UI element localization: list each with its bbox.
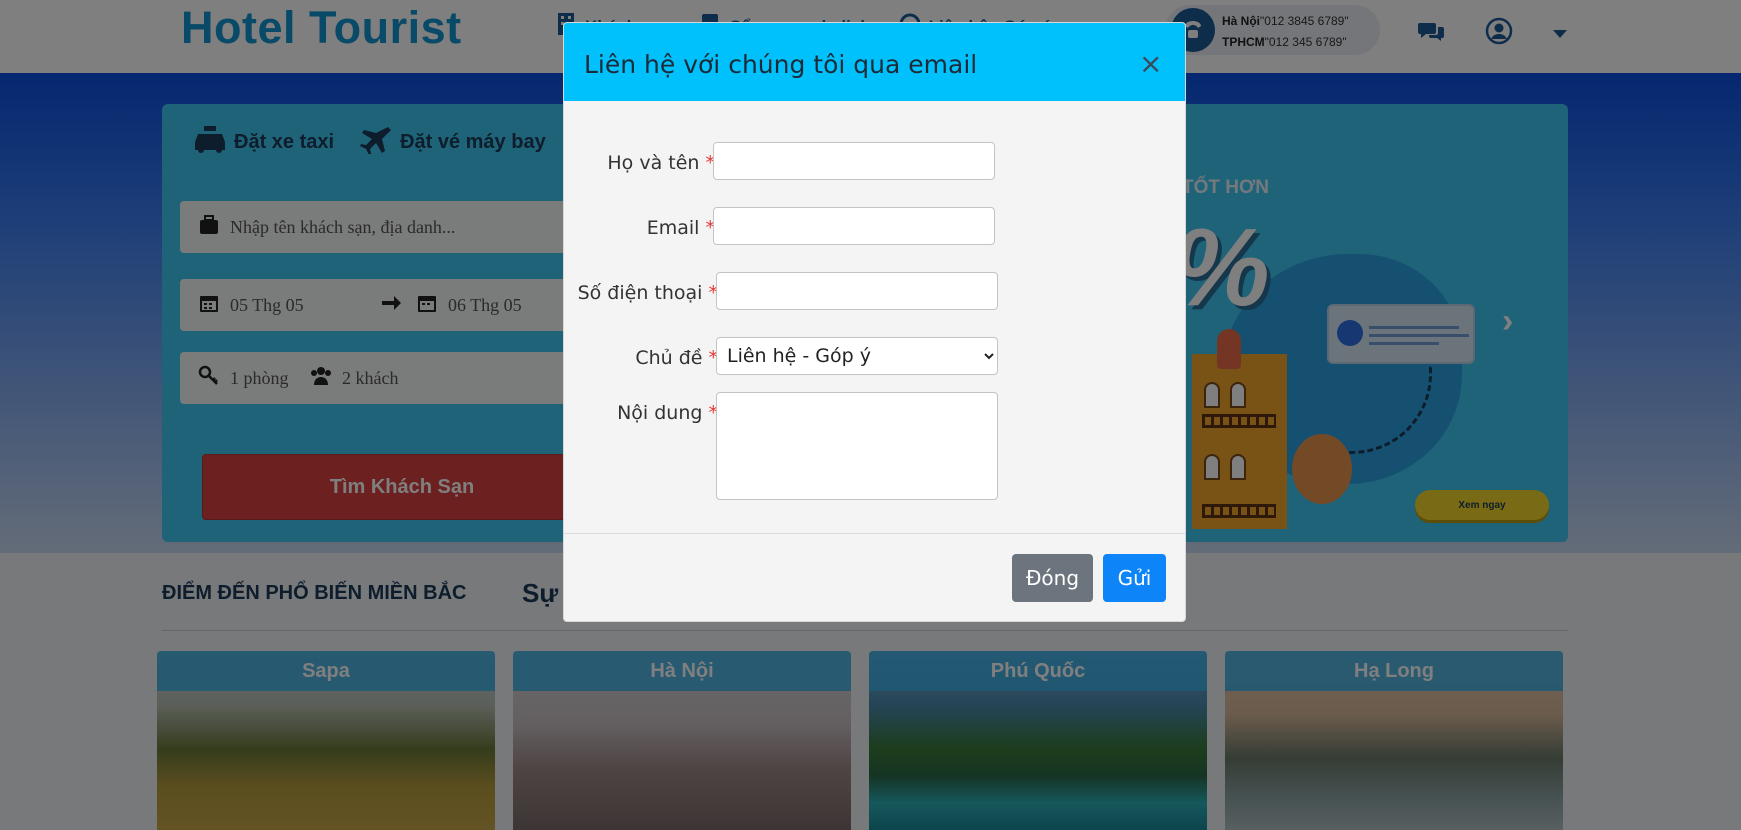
phone-label: Số điện thoại [577, 282, 703, 304]
contact-email-modal: Liên hệ với chúng tôi qua email × Họ và … [563, 22, 1186, 622]
name-label: Họ và tên [607, 152, 700, 174]
modal-title: Liên hệ với chúng tôi qua email [584, 50, 978, 79]
email-label: Email [646, 217, 700, 239]
modal-footer-divider [564, 533, 1185, 534]
topic-label: Chủ đề [635, 347, 703, 369]
close-icon[interactable]: × [1139, 50, 1162, 78]
email-field[interactable] [713, 207, 995, 245]
content-label: Nội dung [617, 402, 703, 424]
send-button[interactable]: Gửi [1103, 554, 1166, 602]
phone-field[interactable] [716, 272, 998, 310]
form-row-content: Nội dung * [564, 392, 1185, 500]
form-row-name: Họ và tên * [564, 142, 1185, 182]
modal-header: Liên hệ với chúng tôi qua email × [564, 23, 1185, 101]
form-row-topic: Chủ đề * Liên hệ - Góp ý [564, 337, 1185, 377]
name-field[interactable] [713, 142, 995, 180]
close-button[interactable]: Đóng [1012, 554, 1093, 602]
content-textarea[interactable] [716, 392, 998, 500]
topic-select[interactable]: Liên hệ - Góp ý [716, 337, 998, 375]
form-row-phone: Số điện thoại * [564, 272, 1185, 312]
form-row-email: Email * [564, 207, 1185, 247]
